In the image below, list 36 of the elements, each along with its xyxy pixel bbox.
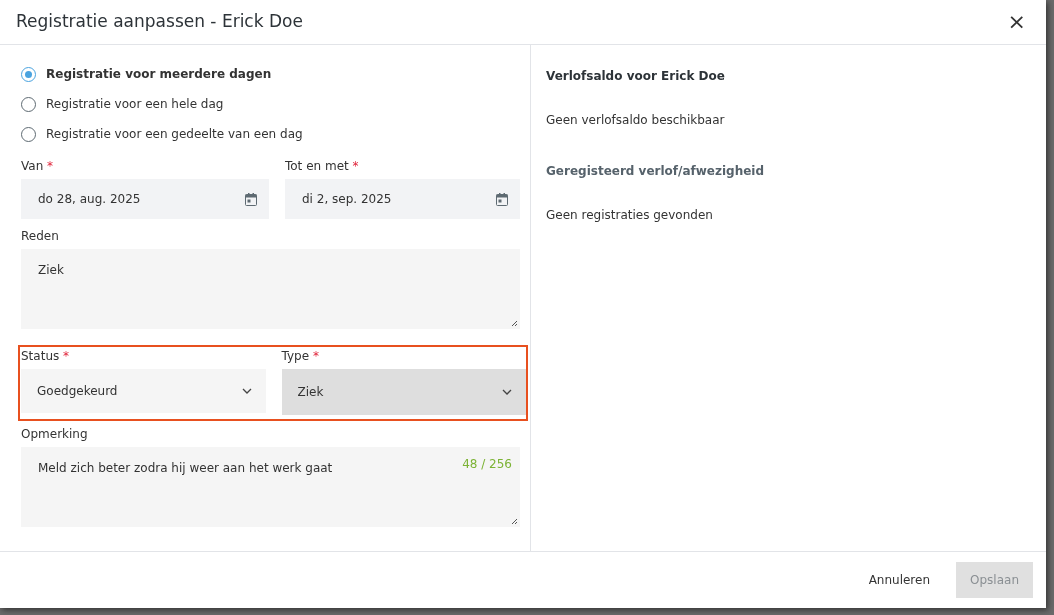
radio-option[interactable]: Registratie voor een hele dag — [21, 89, 520, 119]
field-label: Type — [281, 349, 310, 363]
date-input[interactable]: do 28, aug. 2025 — [21, 179, 269, 219]
chevron-down-icon — [502, 389, 512, 395]
field-label: Status — [21, 349, 60, 363]
dialog-title: Registratie aanpassen - Erick Doe — [16, 10, 303, 34]
required-asterisk: * — [63, 349, 70, 363]
resize-grip-icon — [510, 319, 518, 327]
radio-button[interactable] — [21, 66, 36, 82]
remark-textarea[interactable]: Meld zich beter zodra hij weer aan het werk gaat 48 / 256 — [21, 447, 520, 527]
cancel-button[interactable]: Annuleren — [854, 562, 945, 598]
close-button[interactable]: × — [1003, 11, 1030, 33]
field-label: Tot en met — [285, 159, 349, 173]
radio-option[interactable]: Registratie voor een gedeelte van een dag — [21, 119, 520, 149]
chevron-down-icon — [241, 388, 252, 394]
character-counter: 48 / 256 — [462, 456, 512, 473]
required-asterisk: * — [352, 159, 359, 173]
field-label: Van — [21, 159, 44, 173]
calendar-icon — [496, 192, 508, 206]
calendar-icon — [245, 192, 257, 206]
required-asterisk: * — [47, 159, 54, 173]
panel-heading: Verlofsaldo voor Erick Doe — [546, 68, 726, 85]
select-dropdown[interactable]: Ziek — [281, 369, 526, 415]
field-label: Reden — [21, 228, 60, 245]
select-dropdown[interactable]: Goedgekeurd — [21, 369, 266, 413]
required-asterisk: * — [312, 349, 319, 363]
panel-text: Geen registraties gevonden — [546, 207, 714, 224]
panel-subheading: Geregisteerd verlof/afwezigheid — [546, 163, 766, 180]
radio-option[interactable]: Registratie voor meerdere dagen — [21, 59, 520, 89]
radio-button[interactable] — [21, 96, 36, 112]
date-input[interactable]: di 2, sep. 2025 — [285, 179, 520, 219]
resize-grip-icon — [510, 517, 518, 525]
panel-text: Geen verlofsaldo beschikbaar — [546, 112, 726, 129]
field-label: Opmerking — [21, 426, 89, 443]
reason-textarea[interactable]: Ziek — [21, 249, 520, 329]
radio-button[interactable] — [21, 126, 36, 142]
